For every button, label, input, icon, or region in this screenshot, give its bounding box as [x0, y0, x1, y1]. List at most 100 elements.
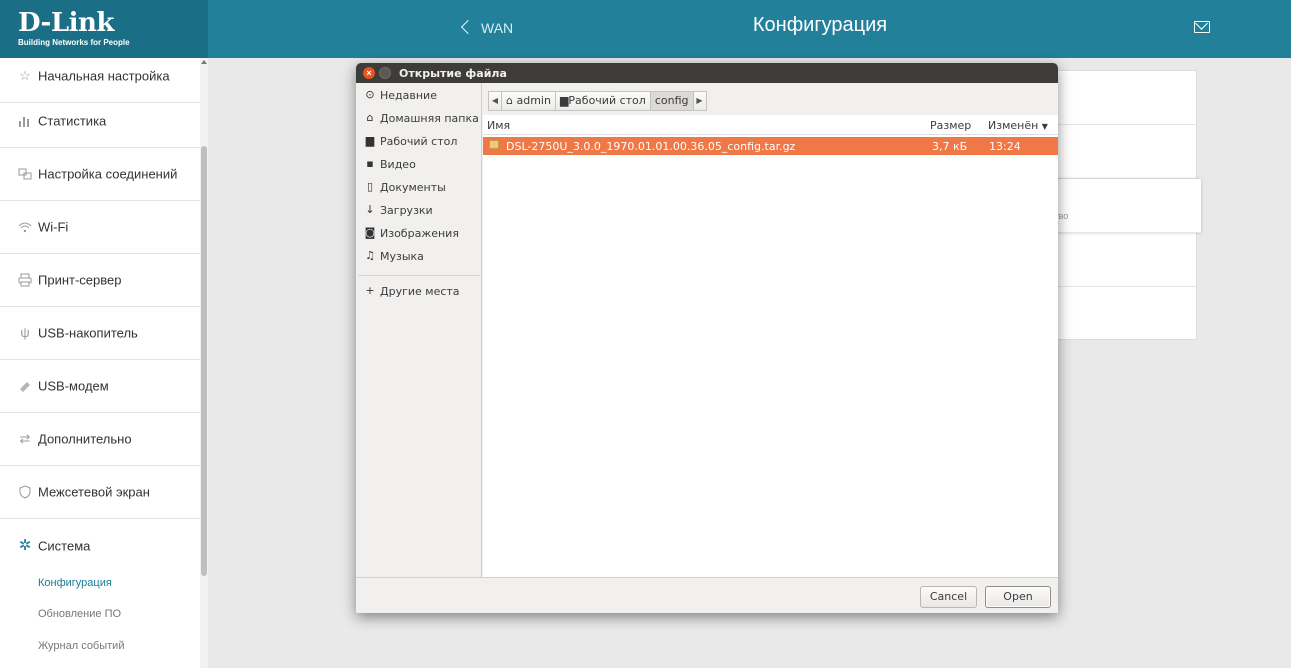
music-icon: ♫ [365, 249, 375, 262]
close-icon[interactable]: × [363, 67, 375, 79]
place-label: Недавние [380, 89, 437, 102]
connections-icon [18, 167, 32, 181]
sidebar: ☆ Начальная настройка Статистика Настрой… [0, 58, 208, 668]
wifi-icon [18, 220, 32, 234]
shield-icon [18, 485, 32, 499]
dialog-titlebar[interactable]: × Открытие файла [356, 63, 1058, 83]
sidebar-item-label: Статистика [38, 113, 107, 129]
mail-icon[interactable] [1194, 21, 1210, 33]
logo-tagline: Building Networks for People [18, 38, 130, 47]
bar-chart-icon [18, 114, 32, 128]
path-bar: ◀ ⌂ admin ▆Рабочий стол config ▶ [488, 91, 707, 111]
dialog-title: Открытие файла [399, 67, 507, 80]
home-icon: ⌂ [506, 94, 517, 107]
place-downloads[interactable]: ↓ Загрузки [356, 200, 482, 222]
sidebar-item-firewall[interactable]: Межсетевой экран [0, 466, 200, 519]
path-forward-button[interactable]: ▶ [692, 91, 707, 111]
sidebar-subitem-configuration[interactable]: Конфигурация [38, 577, 112, 589]
sidebar-item-print-server[interactable]: Принт-сервер [0, 254, 200, 307]
file-name: DSL-2750U_3.0.0_1970.01.01.00.36.05_conf… [506, 140, 796, 153]
sidebar-item-statistics[interactable]: Статистика [0, 95, 200, 148]
cancel-button[interactable]: Cancel [920, 586, 977, 608]
place-label: Рабочий стол [380, 135, 458, 148]
top-bar: D-Link Building Networks for People WAN … [0, 0, 1291, 58]
sidebar-item-label: USB-накопитель [38, 325, 138, 341]
place-desktop[interactable]: ▆ Рабочий стол [356, 131, 482, 153]
column-size[interactable]: Размер [930, 119, 971, 132]
file-row[interactable]: DSL-2750U_3.0.0_1970.01.01.00.36.05_conf… [483, 137, 1058, 155]
sidebar-item-label: Межсетевой экран [38, 484, 150, 500]
sidebar-item-label: Настройка соединений [38, 166, 178, 182]
sidebar-item-label: USB-модем [38, 378, 109, 394]
place-recent[interactable]: ⊙ Недавние [356, 85, 482, 107]
place-label: Музыка [380, 250, 424, 263]
file-list: Имя Размер Изменён ▼ DSL-2750U_3.0.0_197… [483, 115, 1058, 577]
place-music[interactable]: ♫ Музыка [356, 246, 482, 268]
place-label: Домашняя папка [380, 112, 479, 125]
back-link[interactable]: WAN [460, 19, 514, 36]
place-label: Документы [380, 181, 446, 194]
logo-name: D-Link [18, 8, 114, 38]
sidebar-item-label: Система [38, 538, 91, 553]
sidebar-scrollbar[interactable] [200, 58, 208, 668]
card-row[interactable] [1041, 233, 1198, 287]
open-button[interactable]: Open [985, 586, 1051, 608]
plus-icon: + [365, 284, 375, 297]
path-segment-home[interactable]: ⌂ admin [501, 91, 556, 111]
place-documents[interactable]: ▯ Документы [356, 177, 482, 199]
card-row[interactable] [1041, 71, 1198, 125]
scroll-up-icon[interactable] [201, 60, 207, 64]
place-video[interactable]: ▪ Видео [356, 154, 482, 176]
file-open-dialog: × Открытие файла ⊙ Недавние ⌂ Домашняя пап… [356, 63, 1058, 613]
sidebar-item-usb-modem[interactable]: USB-модем [0, 360, 200, 413]
printer-icon [18, 273, 32, 287]
card-row[interactable] [1041, 287, 1198, 340]
column-name[interactable]: Имя [487, 119, 510, 132]
place-label: Видео [380, 158, 416, 171]
path-label: admin [516, 94, 551, 107]
column-modified[interactable]: Изменён ▼ [988, 119, 1048, 132]
place-label: Изображения [380, 227, 459, 240]
star-icon: ☆ [19, 68, 31, 83]
sidebar-subitem-event-log[interactable]: Журнал событий [38, 640, 124, 652]
arrows-icon: ⇄ [19, 431, 31, 446]
usb-icon: ψ [20, 325, 30, 340]
place-other-locations[interactable]: + Другие места [356, 281, 482, 303]
file-modified: 13:24 [989, 140, 1021, 153]
desktop-folder-icon: ▆ [365, 134, 375, 147]
modem-icon [18, 379, 32, 393]
sidebar-item-usb-storage[interactable]: ψ USB-накопитель [0, 307, 200, 360]
sidebar-subitem-firmware-update[interactable]: Обновление ПО [38, 608, 121, 620]
archive-icon [489, 140, 499, 149]
sort-down-icon: ▼ [1041, 122, 1048, 131]
chevron-left-icon [460, 19, 476, 35]
sidebar-item-advanced[interactable]: ⇄ Дополнительно [0, 413, 200, 466]
card-row[interactable] [1041, 125, 1198, 179]
home-icon: ⌂ [366, 111, 374, 124]
file-size: 3,7 кБ [932, 140, 968, 153]
path-back-button[interactable]: ◀ [488, 91, 502, 111]
minimize-icon[interactable] [379, 67, 391, 79]
video-icon: ▪ [366, 157, 374, 170]
path-label: config [654, 94, 689, 107]
places-divider [358, 275, 480, 276]
path-segment-desktop[interactable]: ▆Рабочий стол [554, 91, 651, 111]
card-row[interactable]: ство [1041, 179, 1201, 233]
place-home[interactable]: ⌂ Домашняя папка [356, 108, 482, 130]
sidebar-item-label: Начальная настройка [38, 68, 170, 84]
sidebar-item-wifi[interactable]: Wi-Fi [0, 201, 200, 254]
download-icon: ↓ [365, 203, 375, 216]
sidebar-item-connections[interactable]: Настройка соединений [0, 148, 200, 201]
dlink-logo[interactable]: D-Link Building Networks for People [0, 0, 208, 58]
path-label: Рабочий стол [568, 94, 646, 107]
file-list-header: Имя Размер Изменён ▼ [483, 115, 1058, 135]
sidebar-item-system[interactable]: ✲ Система [0, 519, 200, 572]
scrollbar-thumb[interactable] [201, 146, 207, 576]
dialog-footer: Cancel Open [356, 577, 1058, 613]
sidebar-item-label: Wi-Fi [38, 219, 69, 235]
path-segment-config[interactable]: config [649, 91, 694, 111]
clock-icon: ⊙ [365, 88, 375, 101]
place-pictures[interactable]: ◙ Изображения [356, 223, 482, 245]
page-title: Конфигурация [752, 14, 888, 36]
back-label: WAN [481, 20, 514, 36]
